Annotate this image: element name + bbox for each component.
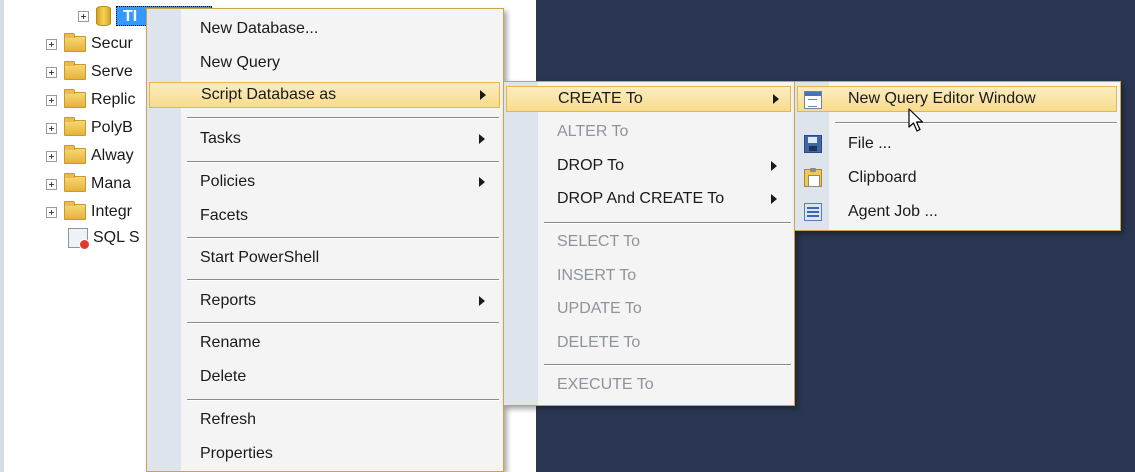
create-to-submenu: New Query Editor Window File ... Clipboa…: [794, 81, 1121, 231]
tree-node-security[interactable]: Secur: [46, 32, 133, 56]
menu-item-label: New Query Editor Window: [848, 90, 1036, 107]
clipboard-icon: [804, 168, 822, 187]
folder-icon: [64, 145, 86, 164]
menu-item-properties[interactable]: Properties: [200, 441, 273, 467]
expand-icon[interactable]: [78, 10, 89, 22]
menu-separator: [544, 364, 791, 366]
context-menu: New Database... New Query Script Databas…: [146, 8, 504, 472]
menu-item-alter-to: ALTER To: [557, 123, 629, 140]
expand-icon[interactable]: [46, 150, 57, 162]
expand-icon[interactable]: [46, 178, 57, 190]
sql-agent-icon: [68, 228, 90, 250]
menu-item-reports[interactable]: Reports: [200, 288, 499, 314]
menu-item-tasks[interactable]: Tasks: [200, 126, 499, 152]
menu-item-label: DROP And CREATE To: [557, 190, 725, 207]
menu-item-drop-and-create-to[interactable]: DROP And CREATE To: [557, 186, 789, 212]
tree-node-server-objects[interactable]: Serve: [46, 60, 133, 84]
tree-node-label[interactable]: Replic: [91, 91, 135, 109]
submenu-arrow-icon: [479, 296, 485, 306]
submenu-arrow-icon: [771, 194, 777, 204]
menu-item-new-database[interactable]: New Database...: [200, 16, 318, 42]
folder-icon: [64, 61, 86, 80]
folder-icon: [64, 201, 86, 220]
agent-job-icon: [804, 203, 822, 221]
tree-node-label[interactable]: PolyB: [91, 119, 133, 137]
menu-item-drop-to[interactable]: DROP To: [557, 153, 789, 179]
menu-item-new-query[interactable]: New Query: [200, 50, 280, 76]
menu-item-policies[interactable]: Policies: [200, 169, 499, 195]
menu-separator: [187, 322, 499, 324]
tree-node-replication[interactable]: Replic: [46, 88, 135, 112]
menu-item-label: CREATE To: [558, 90, 643, 107]
menu-item-create-to[interactable]: CREATE To: [506, 86, 791, 112]
menu-item-facets[interactable]: Facets: [200, 203, 248, 229]
folder-icon: [64, 89, 86, 108]
script-database-submenu: CREATE To ALTER To DROP To DROP And CREA…: [503, 81, 795, 406]
tree-node-label[interactable]: Alway: [91, 147, 134, 165]
mouse-pointer-icon: [908, 108, 924, 132]
tree-node-label[interactable]: SQL S: [93, 229, 140, 247]
menu-item-start-powershell[interactable]: Start PowerShell: [200, 245, 319, 271]
menu-separator: [187, 237, 499, 239]
tree-node-polybase[interactable]: PolyB: [46, 116, 133, 140]
expand-icon[interactable]: [46, 206, 57, 218]
menu-item-label: Tasks: [200, 130, 241, 147]
menu-item-clipboard[interactable]: Clipboard: [848, 165, 916, 191]
menu-item-insert-to: INSERT To: [557, 267, 637, 284]
menu-item-agent-job[interactable]: Agent Job ...: [848, 199, 938, 225]
tree-node-label[interactable]: Mana: [91, 175, 131, 193]
expand-icon[interactable]: [46, 38, 57, 50]
submenu-arrow-icon: [479, 134, 485, 144]
menu-item-refresh[interactable]: Refresh: [200, 407, 256, 433]
submenu-arrow-icon: [773, 94, 779, 104]
menu-item-delete[interactable]: Delete: [200, 364, 246, 390]
menu-separator: [187, 117, 499, 119]
menu-item-select-to: SELECT To: [557, 233, 641, 250]
submenu-arrow-icon: [480, 90, 486, 100]
save-file-icon: [804, 135, 822, 153]
menu-item-label: Policies: [200, 173, 256, 190]
tree-node-label[interactable]: Serve: [91, 63, 133, 81]
menu-item-rename[interactable]: Rename: [200, 330, 260, 356]
menu-item-script-database-as[interactable]: Script Database as: [149, 82, 500, 108]
menu-item-label: Reports: [200, 292, 257, 309]
menu-item-file[interactable]: File ...: [848, 131, 892, 157]
menu-item-execute-to: EXECUTE To: [557, 376, 654, 393]
explorer-border: [0, 0, 4, 472]
menu-separator: [835, 122, 1117, 124]
menu-gutter: [147, 9, 181, 471]
expand-icon[interactable]: [46, 66, 57, 78]
menu-item-new-query-editor-window[interactable]: New Query Editor Window: [797, 86, 1117, 112]
query-window-icon: [804, 91, 822, 109]
expand-icon[interactable]: [46, 94, 57, 106]
folder-icon: [64, 33, 86, 52]
menu-gutter: [504, 82, 538, 405]
expand-icon[interactable]: [46, 122, 57, 134]
tree-node-label[interactable]: Secur: [91, 35, 133, 53]
menu-separator: [544, 222, 791, 224]
submenu-arrow-icon: [771, 161, 777, 171]
menu-separator: [187, 399, 499, 401]
tree-node-management[interactable]: Mana: [46, 172, 131, 196]
menu-separator: [187, 161, 499, 163]
menu-item-update-to: UPDATE To: [557, 300, 642, 317]
menu-item-delete-to: DELETE To: [557, 334, 641, 351]
folder-icon: [64, 117, 86, 136]
submenu-arrow-icon: [479, 177, 485, 187]
tree-node-sql-agent[interactable]: SQL S: [68, 226, 140, 250]
tree-node-label[interactable]: Integr: [91, 203, 132, 221]
folder-icon: [64, 173, 86, 192]
menu-item-label: DROP To: [557, 157, 624, 174]
menu-item-label: Script Database as: [201, 86, 337, 103]
tree-node-always-on[interactable]: Alway: [46, 144, 134, 168]
menu-separator: [187, 279, 499, 281]
database-icon: [96, 6, 111, 26]
tree-node-integration[interactable]: Integr: [46, 200, 132, 224]
